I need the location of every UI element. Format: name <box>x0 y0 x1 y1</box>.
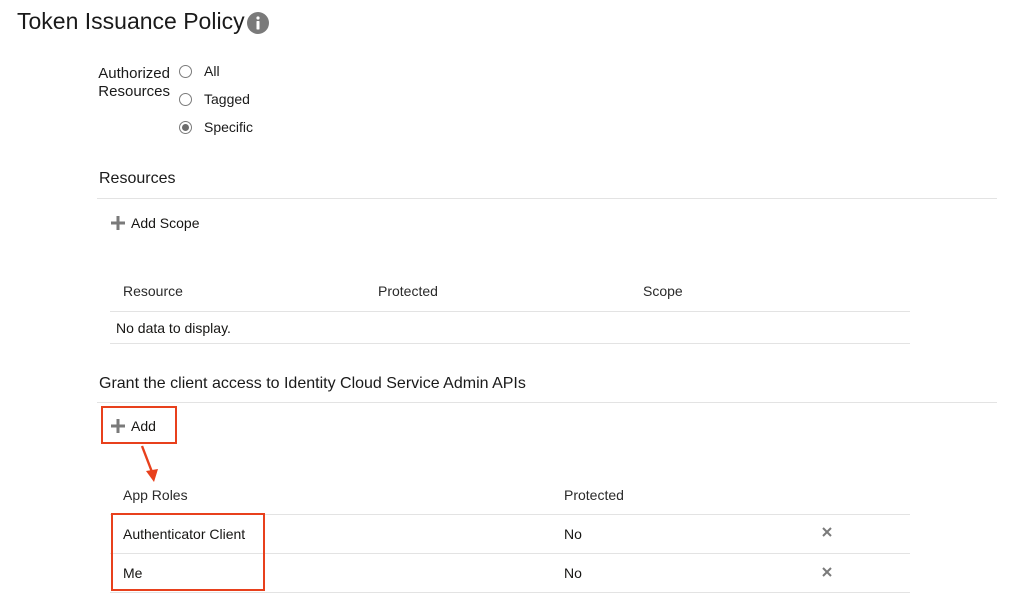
radio-label: Tagged <box>204 91 250 107</box>
page-title: Token Issuance Policy <box>17 8 245 34</box>
close-icon[interactable] <box>821 566 833 578</box>
plus-icon <box>111 419 125 433</box>
radio-selected-dot <box>182 123 189 131</box>
resources-section-title: Resources <box>99 170 176 187</box>
radio-button[interactable] <box>179 64 192 78</box>
add-scope-button[interactable]: Add Scope <box>111 213 200 233</box>
protected-cell: No <box>564 526 582 542</box>
table-header-divider <box>110 311 910 312</box>
add-scope-label: Add Scope <box>131 215 200 231</box>
radio-label: Specific <box>204 119 254 135</box>
radio-option-specific[interactable]: Specific <box>179 117 253 137</box>
plus-icon <box>111 216 125 230</box>
empty-table-message: No data to display. <box>116 320 231 336</box>
section-divider <box>97 198 997 199</box>
radio-option-tagged[interactable]: Tagged <box>179 89 250 109</box>
section-divider <box>97 402 997 403</box>
column-header-protected[interactable]: Protected <box>564 487 624 503</box>
column-header-app-roles[interactable]: App Roles <box>123 487 188 503</box>
column-header-scope[interactable]: Scope <box>643 283 683 299</box>
column-header-protected[interactable]: Protected <box>378 283 438 299</box>
admin-apis-section-title: Grant the client access to Identity Clou… <box>99 375 526 392</box>
radio-button[interactable] <box>179 92 192 106</box>
table-bottom-divider <box>110 343 910 344</box>
radio-option-all[interactable]: All <box>179 61 220 81</box>
app-roles-annotation-box <box>111 513 265 591</box>
close-icon[interactable] <box>821 526 833 538</box>
authorized-resources-label: Authorized Resources <box>98 65 170 100</box>
resources-table: Resource Protected Scope No data to disp… <box>110 271 910 344</box>
column-header-resource[interactable]: Resource <box>123 283 183 299</box>
add-app-role-button[interactable]: Add <box>111 416 156 436</box>
radio-button-selected[interactable] <box>179 120 192 134</box>
row-divider <box>110 592 910 593</box>
info-circle-icon[interactable] <box>247 12 269 34</box>
add-label: Add <box>131 418 156 434</box>
radio-label: All <box>204 63 220 79</box>
protected-cell: No <box>564 565 582 581</box>
